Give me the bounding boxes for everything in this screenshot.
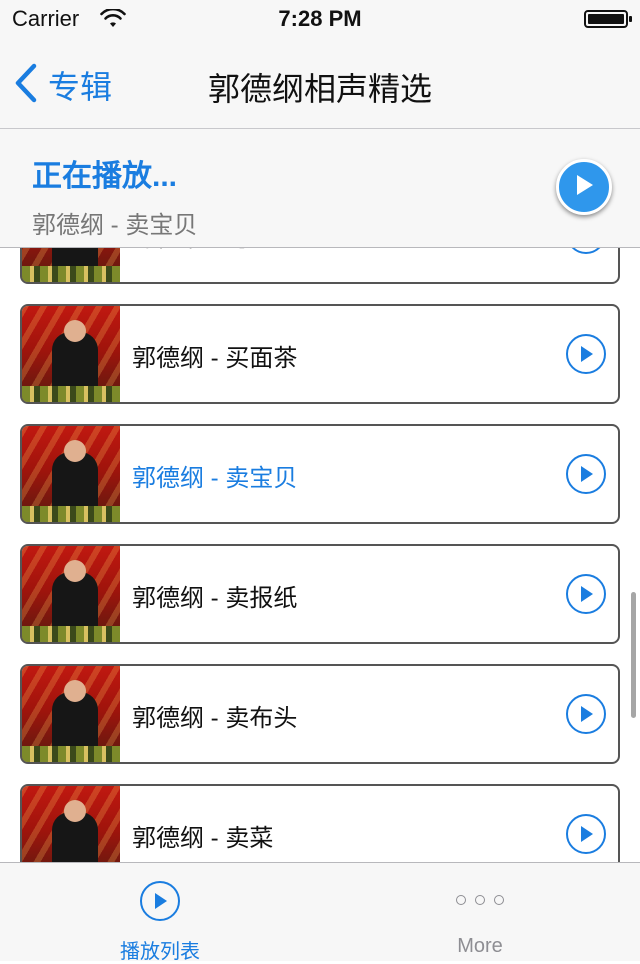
track-row[interactable]: 郭德纲 - 买面茶 [20, 304, 620, 404]
track-play-button[interactable] [566, 694, 606, 734]
track-play-button[interactable] [566, 248, 606, 254]
now-playing-title: 正在播放... [32, 160, 178, 193]
track-label: 郭德纲 - 卖宝贝 [132, 465, 298, 492]
track-row[interactable]: 郭德纲 - 卖宝贝 [20, 424, 620, 524]
track-label: 郭德纲 - 卖报纸 [132, 585, 298, 612]
scroll-indicator[interactable] [631, 592, 636, 718]
track-label: 郭德纲 - 卖菜 [132, 825, 274, 852]
track-label: 郭德纲 - 马 [132, 248, 249, 253]
tab-bar: 播放列表 More [0, 862, 640, 963]
track-thumbnail [22, 786, 120, 862]
play-icon [581, 826, 593, 842]
tab-more[interactable]: More [320, 863, 640, 961]
track-row[interactable]: 郭德纲 - 卖报纸 [20, 544, 620, 644]
play-icon [581, 586, 593, 602]
now-playing-panel[interactable]: 正在播放... 郭德纲 - 卖宝贝 [0, 128, 640, 248]
page-title: 郭德纲相声精选 [207, 71, 432, 107]
play-icon [581, 346, 593, 362]
track-row[interactable]: 郭德纲 - 卖菜 [20, 784, 620, 862]
status-time: 7:28 PM [278, 6, 362, 31]
track-play-button[interactable] [566, 334, 606, 374]
track-list[interactable]: 郭德纲 - 马郭德纲 - 买面茶郭德纲 - 卖宝贝郭德纲 - 卖报纸郭德纲 - … [0, 248, 640, 862]
track-thumbnail [22, 546, 120, 642]
track-play-button[interactable] [566, 814, 606, 854]
track-thumbnail [22, 306, 120, 402]
more-dots-icon [456, 895, 504, 907]
tab-playlist[interactable]: 播放列表 [0, 863, 320, 963]
track-label: 郭德纲 - 卖布头 [132, 705, 298, 732]
track-label: 郭德纲 - 买面茶 [132, 345, 298, 372]
track-row[interactable]: 郭德纲 - 马 [20, 248, 620, 284]
track-play-button[interactable] [566, 454, 606, 494]
track-thumbnail [22, 426, 120, 522]
navigation-bar: 专辑 郭德纲相声精选 [0, 40, 640, 128]
play-icon [581, 706, 593, 722]
track-play-button[interactable] [566, 574, 606, 614]
track-thumbnail [22, 666, 120, 762]
play-icon [573, 173, 595, 202]
tab-more-label: More [457, 935, 503, 957]
play-circle-icon [140, 881, 180, 921]
track-thumbnail [22, 248, 120, 282]
status-bar: Carrier 7:28 PM [0, 0, 640, 40]
battery-icon [584, 10, 632, 28]
track-row[interactable]: 郭德纲 - 卖布头 [20, 664, 620, 764]
now-playing-track: 郭德纲 - 卖宝贝 [32, 212, 198, 239]
now-playing-play-button[interactable] [556, 159, 612, 215]
play-icon [581, 466, 593, 482]
